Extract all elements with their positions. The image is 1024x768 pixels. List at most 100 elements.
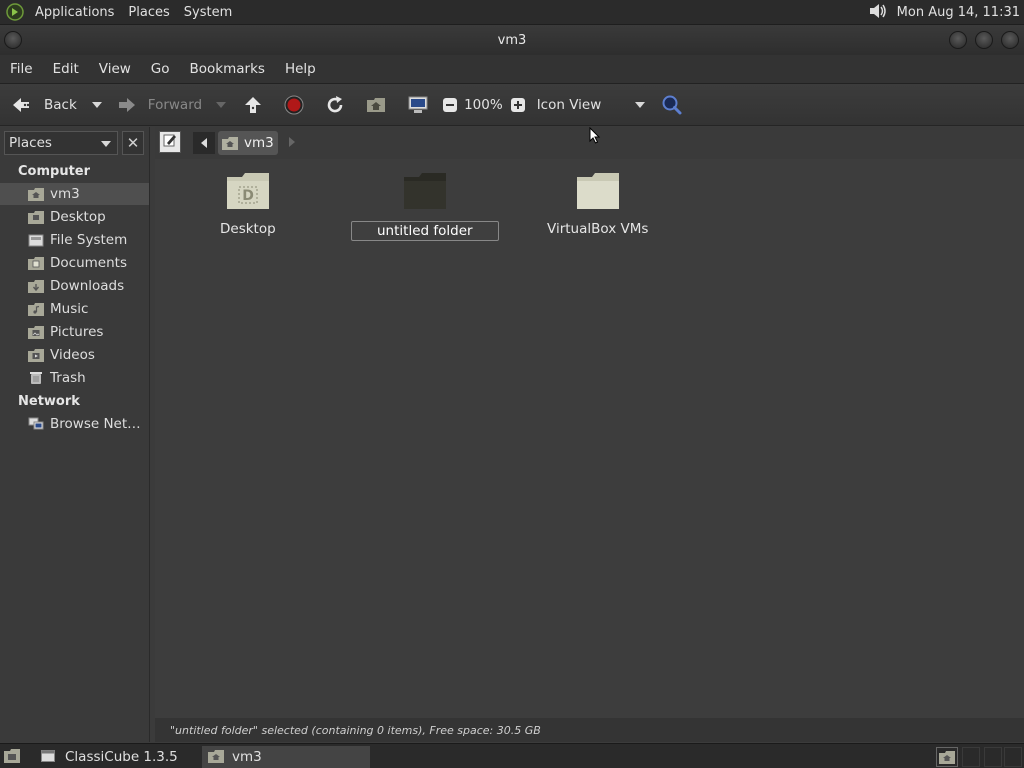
- file-item-label: VirtualBox VMs: [547, 221, 649, 237]
- close-button[interactable]: [1001, 31, 1019, 49]
- search-icon: [661, 94, 683, 116]
- up-button[interactable]: [242, 84, 264, 125]
- file-item-virtualbox-vms[interactable]: VirtualBox VMs: [547, 171, 648, 237]
- up-arrow-icon: [242, 94, 264, 116]
- sidebar-item-file-system[interactable]: File System: [0, 229, 149, 251]
- desktop-folder-icon: [28, 210, 44, 224]
- menu-file[interactable]: File: [0, 61, 43, 77]
- workspace-4-button[interactable]: [1004, 747, 1022, 767]
- sidebar-item-label: Documents: [50, 255, 127, 271]
- forward-label: Forward: [147, 96, 203, 113]
- view-mode-select[interactable]: Icon View: [537, 84, 645, 125]
- chevron-left-icon: [201, 138, 207, 148]
- places-menu[interactable]: Places: [121, 5, 176, 20]
- zoom-out-button[interactable]: [439, 84, 461, 125]
- close-icon: ✕: [126, 134, 140, 152]
- reload-icon: [324, 94, 346, 116]
- zoom-in-icon: [507, 94, 529, 116]
- back-button[interactable]: Back: [10, 84, 77, 125]
- edit-pencil-icon: [163, 133, 177, 151]
- zoom-in-button[interactable]: [507, 84, 529, 125]
- menu-help[interactable]: Help: [275, 61, 326, 77]
- sidebar-item-label: Desktop: [50, 209, 106, 225]
- menu-bookmarks[interactable]: Bookmarks: [180, 61, 275, 77]
- breadcrumb-vm3[interactable]: vm3: [218, 131, 278, 155]
- sidebar-item-browse-network[interactable]: Browse Net…: [0, 413, 149, 435]
- forward-history-dropdown[interactable]: [216, 84, 227, 125]
- sidebar-type-select[interactable]: Places: [4, 131, 118, 155]
- file-icon-view[interactable]: D Desktop untitled folder VirtualBox VMs: [155, 159, 1024, 718]
- computer-icon: [407, 94, 429, 116]
- workspace-1-button[interactable]: [936, 747, 958, 767]
- applications-logo-icon[interactable]: [4, 1, 26, 23]
- menu-edit[interactable]: Edit: [43, 61, 89, 77]
- sidebar-item-desktop[interactable]: Desktop: [0, 206, 149, 228]
- menu-go[interactable]: Go: [141, 61, 180, 77]
- sidebar-item-label: Browse Net…: [50, 416, 141, 432]
- trash-icon: [28, 371, 44, 385]
- maximize-button[interactable]: [975, 31, 993, 49]
- file-item-desktop[interactable]: D Desktop: [220, 171, 276, 237]
- forward-arrow-icon: [116, 94, 138, 116]
- system-menu[interactable]: System: [177, 5, 239, 20]
- stop-icon: [283, 94, 305, 116]
- sidebar-close-button[interactable]: ✕: [122, 131, 144, 155]
- workspace-2-button[interactable]: [962, 747, 980, 767]
- minimize-button[interactable]: [949, 31, 967, 49]
- sidebar-item-videos[interactable]: Videos: [0, 344, 149, 366]
- window-titlebar[interactable]: vm3: [0, 25, 1024, 55]
- desktop-folder-icon: D: [225, 171, 271, 215]
- svg-text:D: D: [242, 188, 254, 204]
- mouse-pointer-icon: [589, 126, 601, 149]
- forward-button[interactable]: Forward: [116, 84, 202, 125]
- stop-button[interactable]: [283, 84, 305, 125]
- sidebar-header-computer: Computer: [18, 164, 91, 179]
- sidebar-item-label: File System: [50, 232, 128, 248]
- search-button[interactable]: [661, 84, 683, 125]
- back-history-dropdown[interactable]: [91, 84, 102, 125]
- window-menu-button[interactable]: [4, 31, 22, 49]
- clock[interactable]: Mon Aug 14, 11:31: [897, 5, 1020, 20]
- folder-icon: [402, 171, 448, 215]
- music-folder-icon: [28, 302, 44, 316]
- home-folder-icon: [222, 136, 238, 150]
- taskbar-item-classicube[interactable]: ClassiCube 1.3.5: [35, 746, 200, 768]
- applications-menu[interactable]: Applications: [28, 5, 121, 20]
- back-arrow-icon: [10, 94, 32, 116]
- home-folder-icon: [208, 750, 224, 764]
- breadcrumb-label: vm3: [244, 135, 274, 151]
- file-item-label: Desktop: [220, 221, 276, 237]
- volume-icon[interactable]: [867, 1, 889, 25]
- folder-icon: [575, 171, 621, 215]
- sidebar-item-documents[interactable]: Documents: [0, 252, 149, 274]
- workspace-3-button[interactable]: [984, 747, 1002, 767]
- reload-button[interactable]: [324, 84, 346, 125]
- sidebar-item-trash[interactable]: Trash: [0, 367, 149, 389]
- sidebar-item-vm3[interactable]: vm3: [0, 183, 149, 205]
- zoom-level[interactable]: 100%: [464, 84, 503, 125]
- rename-field[interactable]: untitled folder: [351, 221, 499, 241]
- sidebar-item-label: Music: [50, 301, 89, 317]
- taskbar-item-vm3[interactable]: vm3: [202, 746, 370, 768]
- sidebar-item-label: Pictures: [50, 324, 104, 340]
- documents-folder-icon: [28, 256, 44, 270]
- computer-button[interactable]: [407, 84, 429, 125]
- path-scroll-left-button[interactable]: [193, 132, 215, 154]
- pictures-folder-icon: [28, 325, 44, 339]
- filesystem-icon: [28, 233, 44, 247]
- videos-folder-icon: [28, 348, 44, 362]
- menu-view[interactable]: View: [89, 61, 141, 77]
- home-button[interactable]: [365, 84, 387, 125]
- sidebar-item-downloads[interactable]: Downloads: [0, 275, 149, 297]
- sidebar-item-music[interactable]: Music: [0, 298, 149, 320]
- show-desktop-icon[interactable]: [3, 748, 21, 768]
- toolbar: Back Forward 100% Icon View: [0, 84, 1024, 126]
- file-item-untitled-folder[interactable]: untitled folder: [351, 171, 499, 241]
- sidebar-item-pictures[interactable]: Pictures: [0, 321, 149, 343]
- sidebar-item-label: Downloads: [50, 278, 125, 294]
- taskbar-item-label: vm3: [232, 749, 262, 765]
- path-scroll-right-button[interactable]: [289, 137, 295, 147]
- sidebar-header-network: Network: [18, 394, 80, 409]
- location-edit-toggle[interactable]: [159, 131, 181, 153]
- menubar: File Edit View Go Bookmarks Help: [0, 55, 1024, 84]
